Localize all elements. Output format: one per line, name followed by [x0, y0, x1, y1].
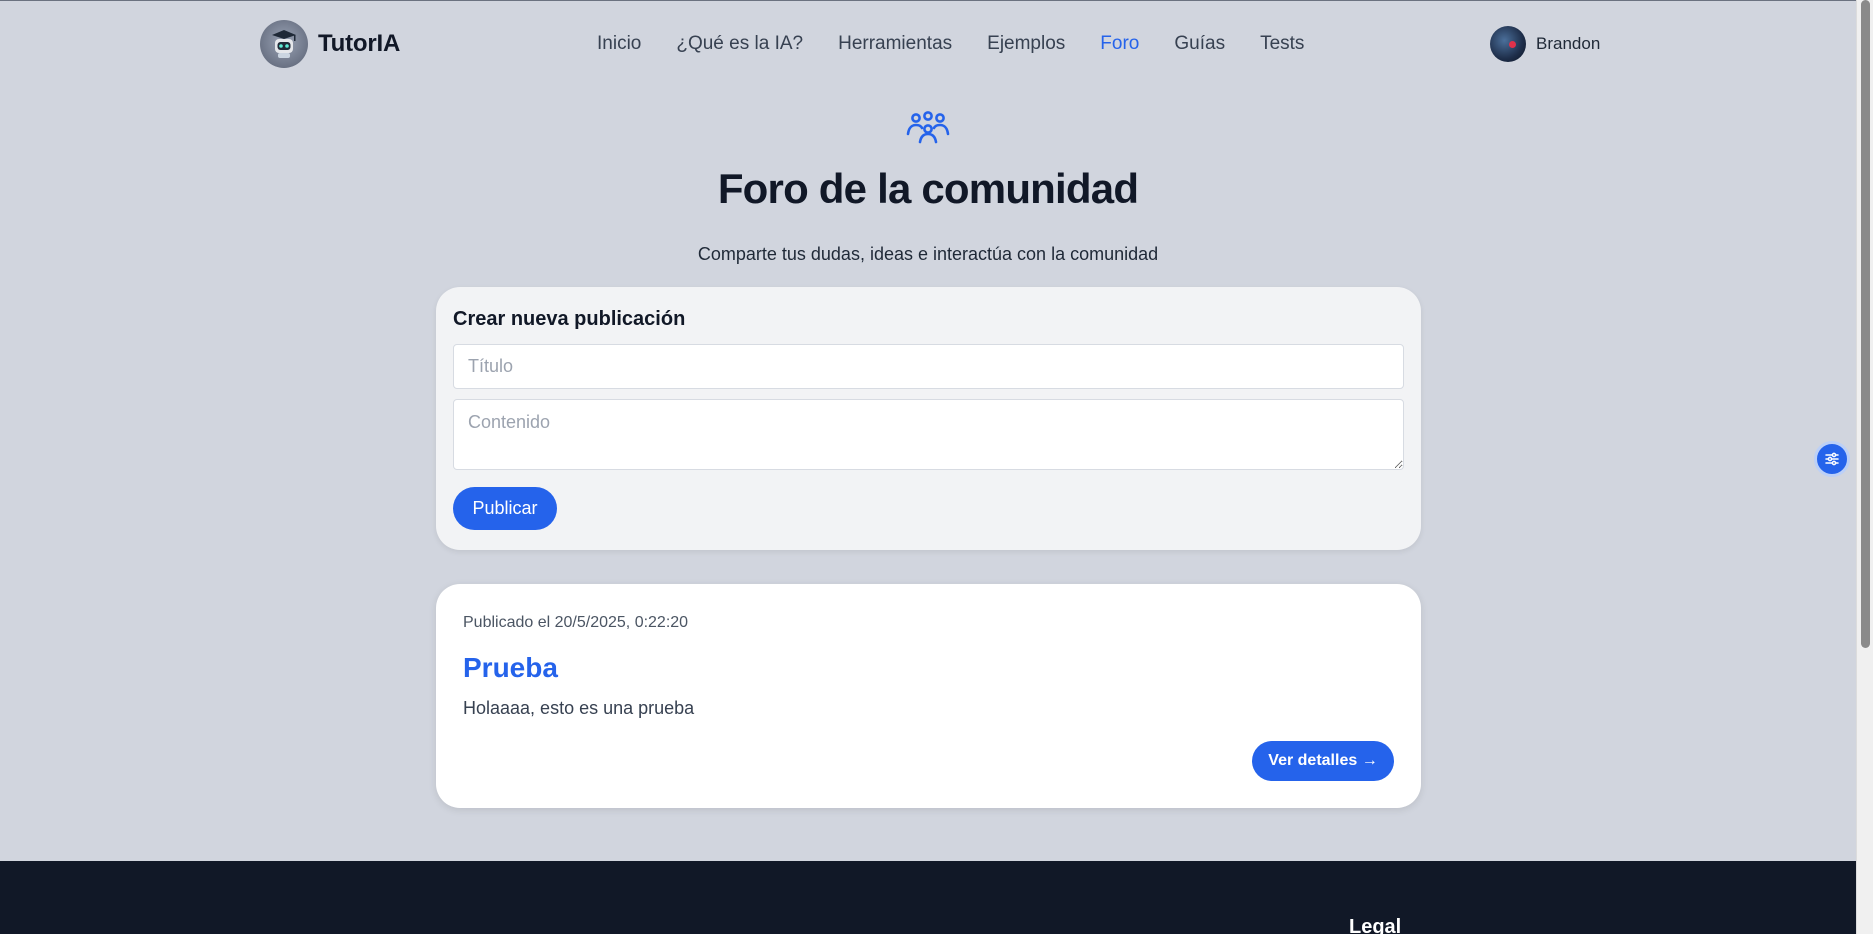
user-name: Brandon	[1536, 34, 1601, 53]
sliders-icon	[1825, 452, 1839, 466]
nav-item-guias[interactable]: Guías	[1174, 33, 1225, 55]
robot-logo-icon	[260, 20, 308, 68]
post-body: Holaaaa, esto es una prueba	[463, 698, 695, 718]
nav-item-ejemplos[interactable]: Ejemplos	[987, 33, 1065, 55]
post-title-input[interactable]	[453, 344, 1404, 389]
page-title: Foro de la comunidad	[717, 165, 1139, 212]
create-post-heading: Crear nueva publicación	[453, 308, 686, 330]
nav-item-foro[interactable]: Foro	[1100, 33, 1139, 55]
accessibility-settings-button[interactable]	[1814, 441, 1850, 477]
post-card: Publicado el 20/5/2025, 0:22:20 Prueba H…	[436, 584, 1421, 808]
user-avatar	[1490, 26, 1526, 62]
page: TutorIA Inicio ¿Qué es la IA? Herramient…	[0, 0, 1856, 934]
user-menu[interactable]: Brandon	[1490, 26, 1600, 62]
main-nav: Inicio ¿Qué es la IA? Herramientas Ejemp…	[597, 33, 1339, 55]
footer-legal-heading: Legal	[1349, 916, 1402, 934]
post-date: Publicado el 20/5/2025, 0:22:20	[463, 614, 689, 631]
post-title-link[interactable]: Prueba	[463, 652, 558, 684]
logo[interactable]: TutorIA	[260, 20, 400, 68]
users-group-icon	[906, 111, 950, 144]
view-details-button[interactable]: Ver detalles →	[1252, 741, 1394, 781]
create-post-card: Crear nueva publicación Publicar	[436, 287, 1421, 550]
publish-button[interactable]: Publicar	[453, 487, 557, 530]
scrollbar-thumb[interactable]	[1861, 0, 1870, 648]
nav-item-herramientas[interactable]: Herramientas	[838, 33, 952, 55]
app-name: TutorIA	[318, 30, 401, 57]
nav-item-inicio[interactable]: Inicio	[597, 33, 641, 55]
page-subtitle: Comparte tus dudas, ideas e interactúa c…	[697, 244, 1159, 264]
site-header: TutorIA Inicio ¿Qué es la IA? Herramient…	[0, 0, 1856, 90]
nav-item-tests[interactable]: Tests	[1260, 33, 1304, 55]
nav-item-que-es-ia[interactable]: ¿Qué es la IA?	[676, 33, 803, 55]
post-content-textarea[interactable]	[453, 399, 1404, 470]
site-footer: Legal	[0, 861, 1856, 934]
vertical-scrollbar[interactable]	[1856, 0, 1873, 934]
avatar-dot-icon	[1509, 41, 1516, 48]
